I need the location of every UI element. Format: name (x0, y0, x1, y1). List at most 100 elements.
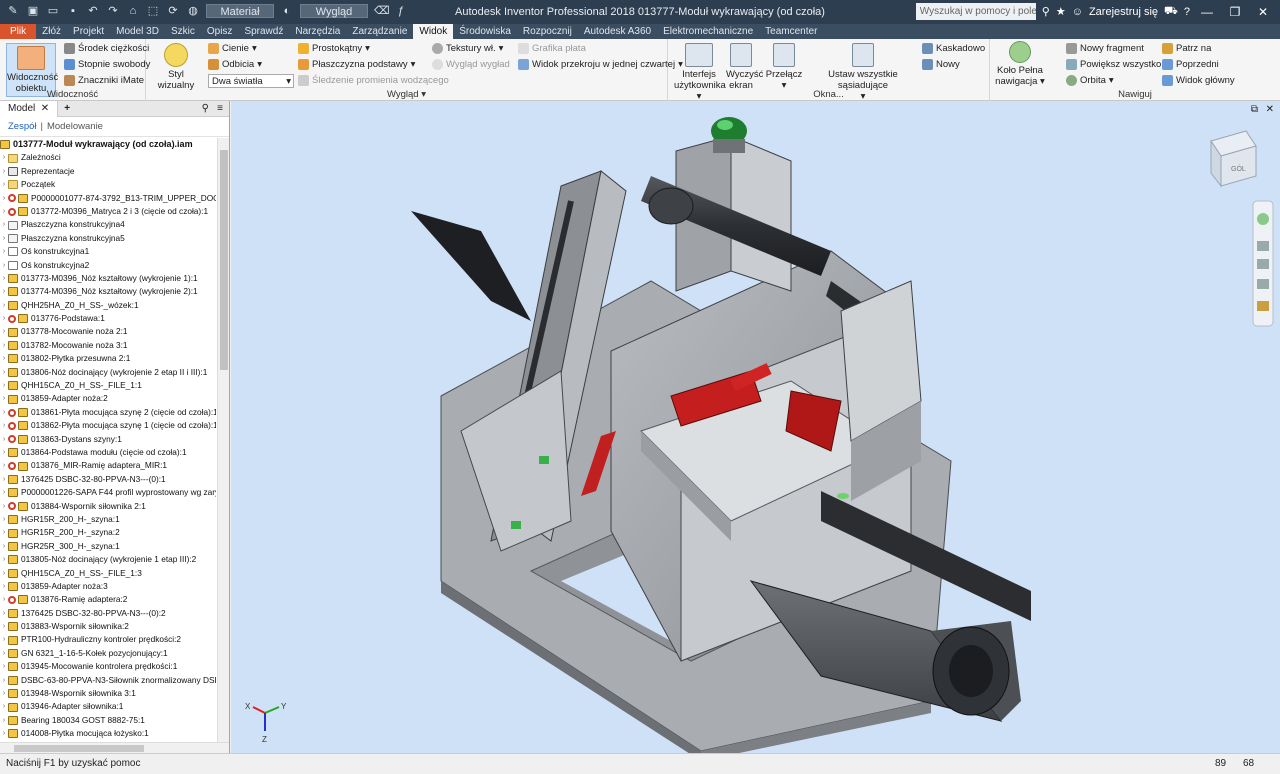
expand-chevron-icon[interactable]: › (0, 178, 8, 191)
expand-chevron-icon[interactable]: › (0, 299, 8, 312)
clean-screen-button[interactable]: Wyczyść ekran (726, 43, 763, 91)
tree-node[interactable]: › 013802-Płytka przesuwna 2:1 (0, 352, 216, 365)
clear-override-icon[interactable]: ⌫ (374, 4, 390, 18)
tab-get-started[interactable]: Rozpocznij (517, 24, 578, 39)
center-of-gravity-button[interactable]: Środek ciężkości (64, 43, 149, 54)
tree-node[interactable]: › 1376425 DSBC-32-80-PPVA-N3---(0):1 (0, 473, 216, 486)
browser-menu-icon[interactable]: ≡ (217, 103, 223, 114)
patch-graphics-button[interactable]: Grafika płata (518, 43, 586, 54)
tab-view[interactable]: Widok (413, 24, 454, 39)
tree-node[interactable]: › QHH15CA_Z0_H_SS-_FILE_1:1 (0, 379, 216, 392)
tree-node[interactable]: › 013772-M0396_Matryca 2 i 3 (cięcie od c… (0, 205, 216, 218)
viewport-close-icon[interactable]: ✕ (1266, 104, 1274, 115)
expand-chevron-icon[interactable]: › (0, 392, 8, 405)
tab-inspect[interactable]: Sprawdź (238, 24, 289, 39)
expand-chevron-icon[interactable]: › (0, 259, 8, 272)
viewcube[interactable]: GÓL (1210, 130, 1257, 188)
tab-file[interactable]: Plik (0, 24, 37, 39)
tree-node[interactable]: › HGR15R_200_H-_szyna:1 (0, 513, 216, 526)
expand-chevron-icon[interactable]: › (0, 660, 8, 673)
tab-sketch[interactable]: Szkic (165, 24, 201, 39)
new-window-button[interactable]: Nowy (922, 59, 960, 70)
look-at-nav-icon[interactable] (1257, 301, 1269, 311)
tree-node[interactable]: › Oś konstrukcyjna2 (0, 259, 216, 272)
browser-horizontal-scrollbar[interactable] (0, 742, 229, 753)
tab-assemble[interactable]: Złóż (36, 24, 67, 39)
new-file-icon[interactable]: ▣ (26, 4, 40, 18)
expand-chevron-icon[interactable]: › (0, 285, 8, 298)
ray-tracing-button[interactable]: Śledzenie promienia wodzącego (298, 75, 449, 86)
expand-chevron-icon[interactable]: › (0, 446, 8, 459)
star-icon[interactable]: ★ (1056, 5, 1066, 18)
tree-node[interactable]: › 013884-Wspornik siłownika 2:1 (0, 500, 216, 513)
tab-tools[interactable]: Narzędzia (289, 24, 346, 39)
modeling-link[interactable]: Modelowanie (47, 121, 103, 132)
tree-node[interactable]: › 013776-Podstawa:1 (0, 312, 216, 325)
full-navigation-wheel-icon[interactable] (1257, 213, 1269, 225)
expand-chevron-icon[interactable]: › (0, 232, 8, 245)
material-dropdown[interactable]: Materiał (206, 4, 274, 18)
tree-node[interactable]: › 013859-Adapter noża:2 (0, 392, 216, 405)
expand-chevron-icon[interactable]: › (0, 593, 8, 606)
expand-chevron-icon[interactable]: › (0, 567, 8, 580)
expand-chevron-icon[interactable]: › (0, 674, 8, 687)
zoom-nav-icon[interactable] (1257, 259, 1269, 269)
close-button[interactable]: ✕ (1252, 5, 1274, 19)
section-view-dropdown[interactable]: Widok przekroju w jednej czwartej ▾ (518, 59, 683, 70)
tree-node[interactable]: › 013862-Płyta mocująca szynę 1 (cięcie o… (0, 419, 216, 432)
tree-node[interactable]: › Oś konstrukcyjna1 (0, 245, 216, 258)
tree-node[interactable]: › 013945-Mocowanie kontrolera prędkości:1 (0, 660, 216, 673)
tab-manage[interactable]: Zarządzanie (346, 24, 413, 39)
tree-node[interactable]: › 013773-M0396_Nóż kształtowy (wykrojenie… (0, 272, 216, 285)
cascade-button[interactable]: Kaskadowo (922, 43, 985, 54)
expand-chevron-icon[interactable]: › (0, 339, 8, 352)
tree-node[interactable]: › 013883-Wspornik siłownika:2 (0, 620, 216, 633)
expand-chevron-icon[interactable]: › (0, 633, 8, 646)
expand-chevron-icon[interactable]: › (0, 218, 8, 231)
tree-node[interactable]: › 013876_MIR-Ramię adaptera_MIR:1 (0, 459, 216, 472)
tree-node[interactable]: › 013876-Ramię adaptera:2 (0, 593, 216, 606)
binoculars-icon[interactable]: ⚲ (1042, 5, 1050, 18)
home-view-button[interactable]: Widok główny (1162, 75, 1235, 86)
tab-electromechanical[interactable]: Elektromechaniczne (657, 24, 759, 39)
tree-node[interactable]: › Płaszczyzna konstrukcyjna4 (0, 218, 216, 231)
tree-node[interactable]: › HGR25R_300_H-_szyna:1 (0, 540, 216, 553)
tree-node[interactable]: › Płaszczyzna konstrukcyjna5 (0, 232, 216, 245)
tree-node[interactable]: › PTR100-Hydrauliczny kontroler prędkości… (0, 633, 216, 646)
tab-a360[interactable]: Autodesk A360 (578, 24, 657, 39)
tree-node[interactable]: › 013782-Mocowanie noża 3:1 (0, 339, 216, 352)
tree-node[interactable]: › 013946-Adapter siłownika:1 (0, 700, 216, 713)
team-link[interactable]: Zespół (8, 121, 37, 132)
help-search-input[interactable]: Wyszukaj w pomocy i poleceniach (915, 3, 1036, 20)
expand-chevron-icon[interactable]: › (0, 419, 8, 432)
expand-chevron-icon[interactable]: › (0, 272, 8, 285)
viewport-restore-icon[interactable]: ⧉ (1251, 104, 1258, 115)
expand-chevron-icon[interactable]: › (0, 540, 8, 553)
tree-node[interactable]: › 014008-Płytka mocująca łożysko:1 (0, 727, 216, 740)
expand-chevron-icon[interactable]: › (0, 620, 8, 633)
expand-chevron-icon[interactable]: › (0, 366, 8, 379)
tree-node[interactable]: › 013863-Dystans szyny:1 (0, 433, 216, 446)
expand-chevron-icon[interactable]: › (0, 553, 8, 566)
tree-node[interactable]: › HGR15R_200_H-_szyna:2 (0, 526, 216, 539)
tab-design[interactable]: Projekt (67, 24, 110, 39)
expand-chevron-icon[interactable]: › (0, 500, 8, 513)
app-menu-icon[interactable]: ✎ (6, 4, 20, 18)
tree-node[interactable]: › Bearing 180034 GOST 8882-75:1 (0, 714, 216, 727)
cart-icon[interactable]: ⛟ (1164, 5, 1178, 19)
switch-window-button[interactable]: Przełącz ▾ (764, 43, 804, 91)
new-frame-button[interactable]: Nowy fragment (1066, 43, 1144, 54)
help-icon[interactable]: ? (1184, 6, 1190, 18)
expand-chevron-icon[interactable]: › (0, 647, 8, 660)
formula-icon[interactable]: ƒ (394, 4, 408, 18)
expand-chevron-icon[interactable]: › (0, 406, 8, 419)
graphics-viewport[interactable]: GÓL X Y Z ⧉ ✕ (231, 101, 1280, 761)
tree-node[interactable]: › DSBC-63-80-PPVA-N3-Siłownik znormalizow… (0, 674, 216, 687)
expand-chevron-icon[interactable]: › (0, 352, 8, 365)
tree-node[interactable]: › 013859-Adapter noża:3 (0, 580, 216, 593)
look-at-button[interactable]: Patrz na (1162, 43, 1211, 54)
tab-environments[interactable]: Środowiska (453, 24, 517, 39)
pan-icon[interactable] (1257, 241, 1269, 251)
tree-node[interactable]: › 013778-Mocowanie noża 2:1 (0, 325, 216, 338)
tree-node[interactable]: › 013861-Płyta mocująca szynę 2 (cięcie o… (0, 406, 216, 419)
